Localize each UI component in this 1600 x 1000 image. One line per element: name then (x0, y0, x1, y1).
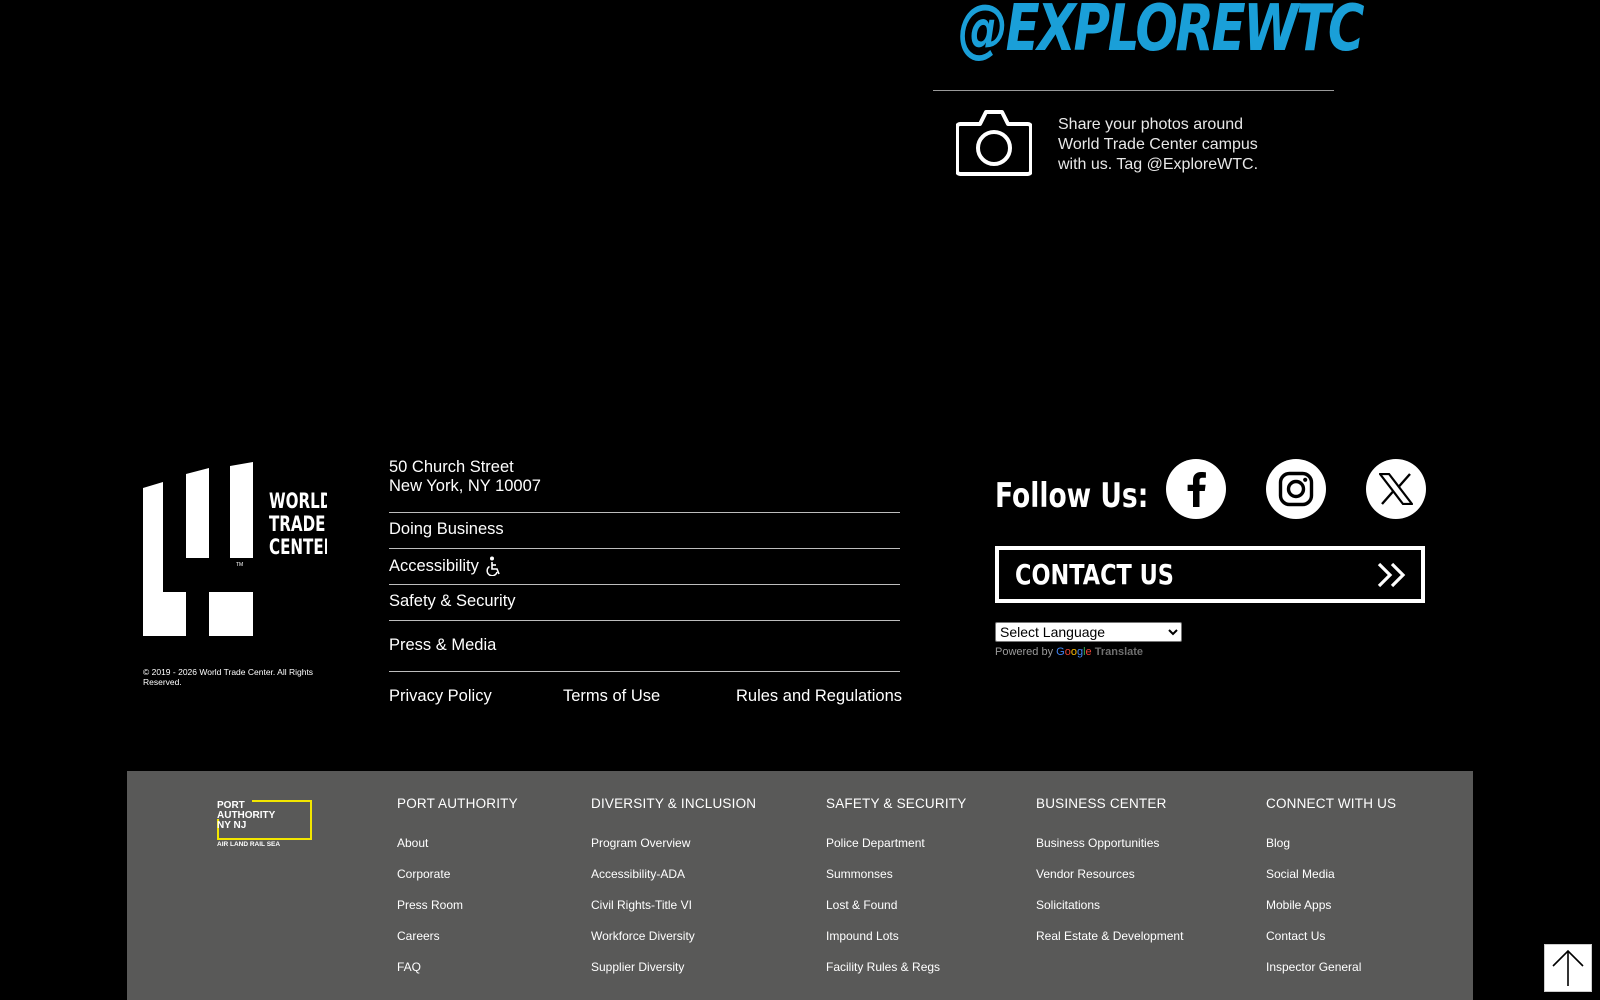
back-to-top-button[interactable] (1544, 944, 1592, 992)
divider (389, 548, 900, 549)
instagram-icon (1278, 471, 1314, 507)
pa-link[interactable]: Press Room (397, 898, 518, 929)
pa-column-connect-with-us: CONNECT WITH US Blog Social Media Mobile… (1266, 796, 1396, 991)
divider (933, 90, 1334, 91)
pa-link[interactable]: Contact Us (1266, 929, 1396, 960)
camera-icon (956, 110, 1032, 176)
pa-link[interactable]: About (397, 836, 518, 867)
pa-link[interactable]: Accessibility-ADA (591, 867, 756, 898)
pa-heading: CONNECT WITH US (1266, 796, 1397, 811)
svg-text:TM: TM (236, 562, 243, 568)
translate-label: Translate (1094, 646, 1144, 658)
pa-link[interactable]: Police Department (826, 836, 966, 867)
svg-text:AIR LAND RAIL SEA: AIR LAND RAIL SEA (217, 841, 280, 848)
pa-column-diversity-inclusion: DIVERSITY & INCLUSION Program Overview A… (591, 796, 756, 991)
facebook-button[interactable] (1166, 459, 1226, 519)
language-select[interactable]: Select Language (995, 622, 1182, 642)
svg-text:CENTER: CENTER (269, 536, 327, 560)
pa-link[interactable]: Civil Rights-Title VI (591, 898, 756, 929)
pa-link[interactable]: Mobile Apps (1266, 898, 1396, 929)
wtc-logo[interactable]: TM WORLD TRADE CENTER (143, 462, 327, 636)
pa-link[interactable]: Business Opportunities (1036, 836, 1183, 867)
powered-by-label: Powered by (995, 646, 1054, 658)
pa-heading: PORT AUTHORITY (397, 796, 518, 811)
pa-link[interactable]: Careers (397, 929, 518, 960)
pa-link[interactable]: Facility Rules & Regs (826, 960, 966, 991)
pa-heading: BUSINESS CENTER (1036, 796, 1167, 811)
pa-link[interactable]: Real Estate & Development (1036, 929, 1183, 960)
x-twitter-icon (1379, 473, 1413, 505)
terms-of-use-link[interactable]: Terms of Use (563, 687, 660, 706)
divider (389, 671, 900, 672)
pa-link[interactable]: Social Media (1266, 867, 1396, 898)
pa-heading: DIVERSITY & INCLUSION (591, 796, 757, 811)
wheelchair-icon (486, 556, 500, 576)
pa-column-safety-security: SAFETY & SECURITY Police Department Summ… (826, 796, 966, 991)
pa-link[interactable]: Workforce Diversity (591, 929, 756, 960)
pa-link[interactable]: Impound Lots (826, 929, 966, 960)
pa-link[interactable]: FAQ (397, 960, 518, 991)
instagram-button[interactable] (1266, 459, 1326, 519)
pa-link[interactable]: Corporate (397, 867, 518, 898)
address-line-1: 50 Church Street (389, 458, 514, 476)
contact-us-label: CONTACT US (1015, 558, 1174, 591)
nav-accessibility[interactable]: Accessibility (389, 556, 503, 576)
privacy-policy-link[interactable]: Privacy Policy (389, 687, 492, 706)
divider (389, 620, 900, 621)
address-line-2: New York, NY 10007 (389, 477, 541, 495)
address: 50 Church Street New York, NY 10007 (389, 458, 541, 496)
divider (389, 512, 900, 513)
pa-column-business-center: BUSINESS CENTER Business Opportunities V… (1036, 796, 1183, 960)
contact-us-button[interactable]: CONTACT US (995, 546, 1425, 603)
instagram-handle[interactable]: @EXPLOREWTC (958, 0, 1364, 66)
google-logo: Google (1056, 646, 1092, 658)
pa-link[interactable]: Vendor Resources (1036, 867, 1183, 898)
powered-by-google-translate[interactable]: Powered by Google Translate (995, 646, 1143, 658)
follow-us-label: Follow Us: (995, 476, 1149, 516)
divider (389, 584, 900, 585)
pa-heading: SAFETY & SECURITY (826, 796, 967, 811)
pa-link[interactable]: Summonses (826, 867, 966, 898)
nav-accessibility-label: Accessibility (389, 556, 479, 575)
pa-link[interactable]: Inspector General (1266, 960, 1396, 991)
pa-link[interactable]: Supplier Diversity (591, 960, 756, 991)
double-chevron-right-icon (1377, 562, 1406, 587)
facebook-icon (1187, 472, 1206, 507)
svg-text:WORLD: WORLD (269, 490, 327, 514)
pa-link[interactable]: Solicitations (1036, 898, 1183, 929)
svg-text:NY NJ: NY NJ (217, 820, 246, 831)
pa-link[interactable]: Blog (1266, 836, 1396, 867)
arrow-up-icon (1552, 949, 1584, 986)
copyright-text: © 2019 - 2026 World Trade Center. All Ri… (143, 667, 314, 687)
nav-doing-business[interactable]: Doing Business (389, 520, 504, 539)
rules-regulations-link[interactable]: Rules and Regulations (736, 687, 902, 706)
nav-press-media[interactable]: Press & Media (389, 636, 496, 655)
svg-text:TRADE: TRADE (269, 513, 325, 537)
pa-column-port-authority: PORT AUTHORITY About Corporate Press Roo… (397, 796, 518, 991)
pa-link[interactable]: Lost & Found (826, 898, 966, 929)
port-authority-logo[interactable]: PORT AUTHORITY NY NJ AIR LAND RAIL SEA (217, 800, 313, 848)
pa-link[interactable]: Program Overview (591, 836, 756, 867)
promo-text: Share your photos around World Trade Cen… (1058, 116, 1259, 173)
x-twitter-button[interactable] (1366, 459, 1426, 519)
nav-safety-security[interactable]: Safety & Security (389, 592, 516, 611)
